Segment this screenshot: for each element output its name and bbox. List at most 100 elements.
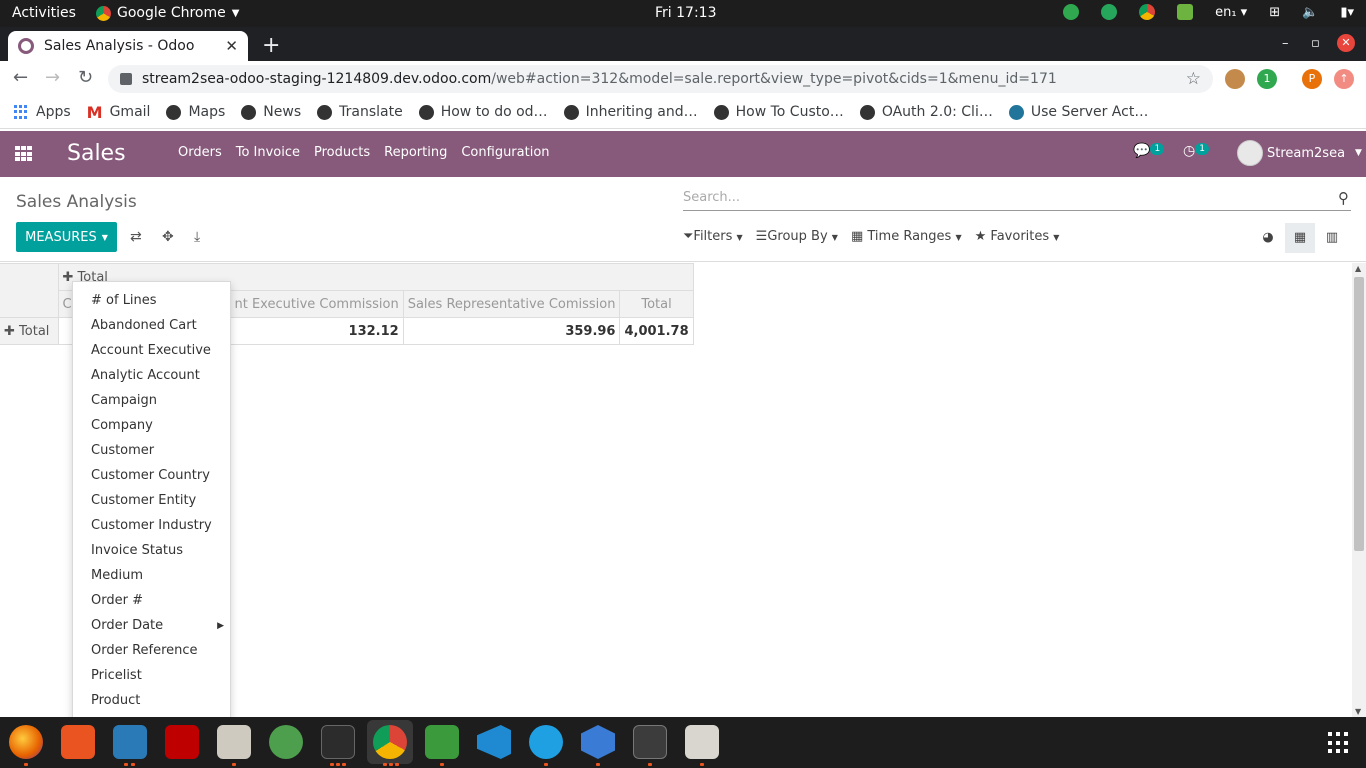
input-language[interactable]: en₁ ▾ — [1215, 5, 1247, 20]
measure-item[interactable]: Pricelist — [91, 668, 142, 683]
chrome-dock-item[interactable] — [367, 720, 413, 764]
check-icon[interactable] — [1177, 4, 1194, 20]
atom-icon[interactable] — [269, 725, 303, 759]
extension-badge-icon[interactable]: 1 — [1257, 69, 1277, 89]
scroll-up-icon[interactable]: ▲ — [1355, 264, 1361, 273]
network-app-icon[interactable] — [581, 725, 615, 759]
close-window-icon[interactable]: ✕ — [1337, 34, 1355, 52]
bookmark-news[interactable]: News — [241, 104, 301, 120]
dashboard-view-icon[interactable]: ◕ — [1253, 223, 1283, 253]
measure-header-account-executive-commission[interactable]: nt Executive Commission — [229, 290, 404, 318]
bookmark-how-to-custo[interactable]: How To Custo… — [713, 104, 844, 120]
minimize-icon[interactable]: – — [1282, 36, 1289, 51]
recycle-icon[interactable] — [1101, 4, 1118, 20]
menu-configuration[interactable]: Configuration — [461, 145, 549, 160]
bookmark-translate[interactable]: Translate — [317, 104, 403, 120]
measure-item-order-date[interactable]: Order Date — [91, 618, 163, 633]
back-icon[interactable]: ← — [13, 67, 28, 88]
clock[interactable]: Fri 17:13 — [655, 5, 716, 21]
bookmark-gmail[interactable]: M Gmail — [87, 103, 151, 122]
screenshot-icon[interactable] — [685, 725, 719, 759]
menu-products[interactable]: Products — [314, 145, 370, 160]
menu-orders[interactable]: Orders — [178, 145, 222, 160]
graph-view-icon[interactable]: ▥ — [1317, 223, 1347, 253]
profile-avatar[interactable]: P — [1302, 69, 1322, 89]
bookmark-maps[interactable]: Maps — [166, 104, 225, 120]
terminal-icon[interactable] — [321, 725, 355, 759]
notification-icon[interactable] — [1063, 4, 1080, 20]
pivot-row-header-total[interactable]: ✚ Total — [0, 317, 59, 345]
activities-button[interactable]: Activities — [12, 5, 76, 21]
pivot-cell[interactable]: 132.12 — [229, 317, 404, 345]
pivot-view-icon[interactable]: ▦ — [1285, 223, 1315, 253]
group-by-menu[interactable]: ☰Group By ▼ — [756, 229, 838, 244]
files-icon[interactable] — [217, 725, 251, 759]
measure-item[interactable]: Medium — [91, 568, 143, 583]
software-center-icon[interactable] — [61, 725, 95, 759]
download-icon[interactable]: ⤓ — [194, 229, 200, 245]
measure-item[interactable]: Abandoned Cart — [91, 318, 197, 333]
reload-icon[interactable]: ↻ — [78, 67, 93, 88]
measure-item[interactable]: Campaign — [91, 393, 157, 408]
pivot-cell[interactable]: 359.96 — [402, 317, 621, 345]
calculator-icon[interactable] — [633, 725, 667, 759]
bookmark-star-icon[interactable]: ☆ — [1186, 69, 1201, 89]
close-tab-icon[interactable]: ✕ — [225, 37, 238, 55]
search-input[interactable]: Search... ⚲ — [683, 189, 1351, 211]
measure-item[interactable]: Customer Entity — [91, 493, 196, 508]
bookmark-server-act[interactable]: Use Server Act… — [1008, 104, 1148, 120]
battery-icon[interactable]: ▮▾ — [1340, 5, 1354, 20]
measure-item[interactable]: Order # — [91, 593, 143, 608]
bookmark-inheriting[interactable]: Inheriting and… — [563, 104, 698, 120]
address-bar[interactable]: stream2sea-odoo-staging-1214809.dev.odoo… — [108, 65, 1213, 93]
bookmark-how-to-do[interactable]: How to do od… — [418, 104, 548, 120]
measure-item[interactable]: Invoice Status — [91, 543, 183, 558]
scroll-down-icon[interactable]: ▼ — [1355, 707, 1361, 716]
measure-item[interactable]: Analytic Account — [91, 368, 200, 383]
update-icon[interactable]: ↑ — [1334, 69, 1354, 89]
bookmark-apps[interactable]: Apps — [14, 104, 71, 120]
firefox-icon[interactable] — [9, 725, 43, 759]
filters-menu[interactable]: ⏷Filters ▼ — [683, 229, 743, 244]
app-name[interactable]: Sales — [67, 141, 126, 166]
expand-all-icon[interactable]: ✥ — [162, 229, 174, 245]
forward-icon[interactable]: → — [45, 67, 60, 88]
scrollbar-thumb[interactable] — [1354, 277, 1364, 551]
show-applications-icon[interactable] — [1328, 732, 1352, 754]
activities-button[interactable]: ◷ 1 — [1183, 143, 1209, 159]
measure-item[interactable]: Account Executive — [91, 343, 211, 358]
measure-item[interactable]: Order Reference — [91, 643, 198, 658]
page-scrollbar[interactable]: ▲ ▼ — [1352, 263, 1366, 717]
volume-icon[interactable]: 🔈 — [1302, 5, 1318, 20]
menu-to-invoice[interactable]: To Invoice — [236, 145, 300, 160]
bookmark-oauth[interactable]: OAuth 2.0: Cli… — [859, 104, 993, 120]
time-ranges-menu[interactable]: ▦ Time Ranges ▼ — [851, 229, 962, 244]
skype-icon[interactable] — [529, 725, 563, 759]
network-icon[interactable]: ⊞ — [1269, 5, 1280, 20]
measures-button[interactable]: MEASURES ▼ — [16, 222, 117, 252]
extension-icon[interactable] — [1225, 69, 1245, 89]
app-switcher-icon[interactable] — [15, 146, 33, 162]
libreoffice-writer-icon[interactable] — [113, 725, 147, 759]
search-icon[interactable]: ⚲ — [1338, 189, 1349, 207]
measure-item[interactable]: Company — [91, 418, 153, 433]
measure-header-total[interactable]: Total — [619, 290, 694, 318]
maximize-icon[interactable]: ▫ — [1311, 36, 1320, 51]
measure-item[interactable]: Customer Industry — [91, 518, 212, 533]
chrome-tray-icon[interactable] — [1139, 4, 1156, 20]
menu-reporting[interactable]: Reporting — [384, 145, 447, 160]
flip-axis-icon[interactable]: ⇄ — [130, 229, 142, 245]
libreoffice-calc-icon[interactable] — [425, 725, 459, 759]
measure-header-sales-representative-comission[interactable]: Sales Representative Comission — [402, 290, 621, 318]
new-tab-icon[interactable]: + — [262, 33, 280, 58]
measure-item[interactable]: Product — [91, 693, 140, 708]
measure-item[interactable]: Customer Country — [91, 468, 210, 483]
measure-item[interactable]: # of Lines — [91, 293, 157, 308]
user-menu[interactable]: Stream2sea ▼ — [1237, 140, 1362, 166]
messages-button[interactable]: 💬 1 — [1133, 143, 1165, 159]
pivot-cell-total[interactable]: 4,001.78 — [619, 317, 694, 345]
browser-tab[interactable]: Sales Analysis - Odoo ✕ — [8, 31, 248, 61]
vscode-icon[interactable] — [477, 725, 511, 759]
favorites-menu[interactable]: ★ Favorites ▼ — [975, 229, 1060, 244]
measure-item[interactable]: Customer — [91, 443, 154, 458]
